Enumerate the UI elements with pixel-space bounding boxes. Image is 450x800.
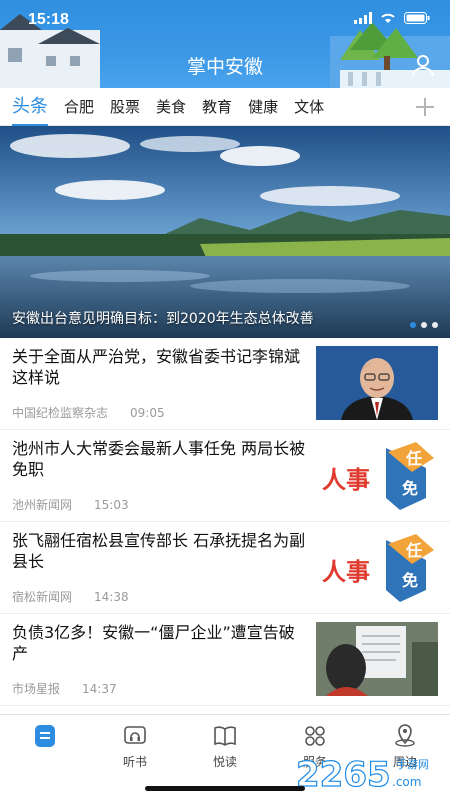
nav-label: 悦读: [212, 755, 237, 769]
svg-text:任: 任: [405, 541, 422, 560]
news-time: 14:38: [94, 590, 129, 604]
news-meta: 市场星报 14:37: [12, 680, 117, 697]
news-title: 负债3亿多！安徽一“僵尸企业”遭宣告破产: [12, 623, 295, 663]
news-thumbnail-notice-photo: [316, 622, 438, 696]
app-header: 15:18 掌中安徽: [0, 0, 450, 88]
hero-caption: 安徽出台意见明确目标：到2020年生态总体改善: [12, 311, 314, 327]
nav-home[interactable]: [0, 715, 90, 800]
svg-text:任: 任: [405, 449, 422, 468]
audiobook-icon: [124, 726, 146, 744]
news-thumbnail-personnel-graphic: 人事 任 免: [316, 438, 438, 512]
news-source: 市场星报: [12, 682, 61, 696]
tab-hefei[interactable]: 合肥: [56, 88, 102, 126]
tab-health[interactable]: 健康: [240, 88, 286, 126]
carousel-dot: [432, 322, 438, 328]
news-item[interactable]: 负债3亿多！安徽一“僵尸企业”遭宣告破产 市场星报 14:37: [0, 614, 450, 706]
news-source: 宿松新闻网: [12, 590, 73, 604]
home-news-icon: [35, 725, 55, 747]
app-title: 掌中安徽: [186, 56, 263, 78]
wifi-icon: [381, 13, 395, 23]
news-list: 关于全面从严治党，安徽省委书记李锦斌这样说 中国纪检监察杂志 09:05 池州市人…: [0, 338, 450, 736]
news-title: 关于全面从严治党，安徽省委书记李锦斌这样说: [12, 347, 301, 387]
tab-culture-sports[interactable]: 文体: [286, 88, 332, 126]
svg-text:人事: 人事: [322, 558, 370, 586]
watermark-sub: 手游网: [396, 757, 429, 771]
hero-carousel[interactable]: 安徽出台意见明确目标：到2020年生态总体改善: [0, 126, 450, 338]
news-thumbnail-portrait: [316, 346, 438, 420]
book-icon: [214, 726, 236, 746]
category-tabs: 头条 合肥 股票 美食 教育 健康 文体: [0, 88, 450, 126]
tab-food[interactable]: 美食: [148, 88, 194, 126]
news-source: 池州新闻网: [12, 498, 73, 512]
signal-icon: [354, 12, 372, 24]
tab-headlines[interactable]: 头条: [0, 88, 56, 126]
news-title: 张飞翮任宿松县宣传部长 石承抚提名为副县长: [12, 531, 306, 571]
news-time: 14:37: [82, 682, 117, 696]
nav-label: 听书: [122, 755, 147, 769]
user-profile-icon[interactable]: [410, 52, 436, 78]
news-item[interactable]: 张飞翮任宿松县宣传部长 石承抚提名为副县长 宿松新闻网 14:38 人事 任 免: [0, 522, 450, 614]
news-time: 09:05: [130, 406, 165, 420]
news-title: 池州市人大常委会最新人事任免 两局长被免职: [12, 439, 306, 479]
news-meta: 池州新闻网 15:03: [12, 496, 129, 513]
tab-education[interactable]: 教育: [194, 88, 240, 126]
status-time: 15:18: [28, 11, 69, 28]
home-indicator: [145, 786, 305, 791]
carousel-dots: [410, 322, 438, 328]
watermark-number: 2265: [296, 755, 391, 792]
battery-icon: [404, 12, 430, 24]
status-icons: [354, 12, 430, 24]
svg-text:免: 免: [402, 479, 418, 498]
svg-text:人事: 人事: [322, 466, 370, 494]
site-watermark-logo: 2265 .com 手游网: [295, 754, 429, 792]
watermark-suffix: .com: [392, 775, 421, 789]
news-item[interactable]: 关于全面从严治党，安徽省委书记李锦斌这样说 中国纪检监察杂志 09:05: [0, 338, 450, 430]
tab-stocks[interactable]: 股票: [102, 88, 148, 126]
services-grid-icon: [305, 726, 325, 746]
carousel-dot: [410, 322, 416, 328]
add-tab-icon[interactable]: [410, 88, 440, 126]
status-bar: 15:18: [0, 0, 450, 40]
svg-text:免: 免: [402, 571, 418, 590]
carousel-dot: [421, 322, 427, 328]
news-thumbnail-personnel-graphic: 人事 任 免: [316, 530, 438, 604]
news-item[interactable]: 池州市人大常委会最新人事任免 两局长被免职 池州新闻网 15:03 人事 任 免: [0, 430, 450, 522]
news-meta: 中国纪检监察杂志 09:05: [12, 404, 165, 421]
location-pin-icon: [395, 724, 415, 747]
hero-landscape-image: [0, 126, 450, 338]
news-meta: 宿松新闻网 14:38: [12, 588, 129, 605]
news-source: 中国纪检监察杂志: [12, 406, 109, 420]
news-time: 15:03: [94, 498, 129, 512]
